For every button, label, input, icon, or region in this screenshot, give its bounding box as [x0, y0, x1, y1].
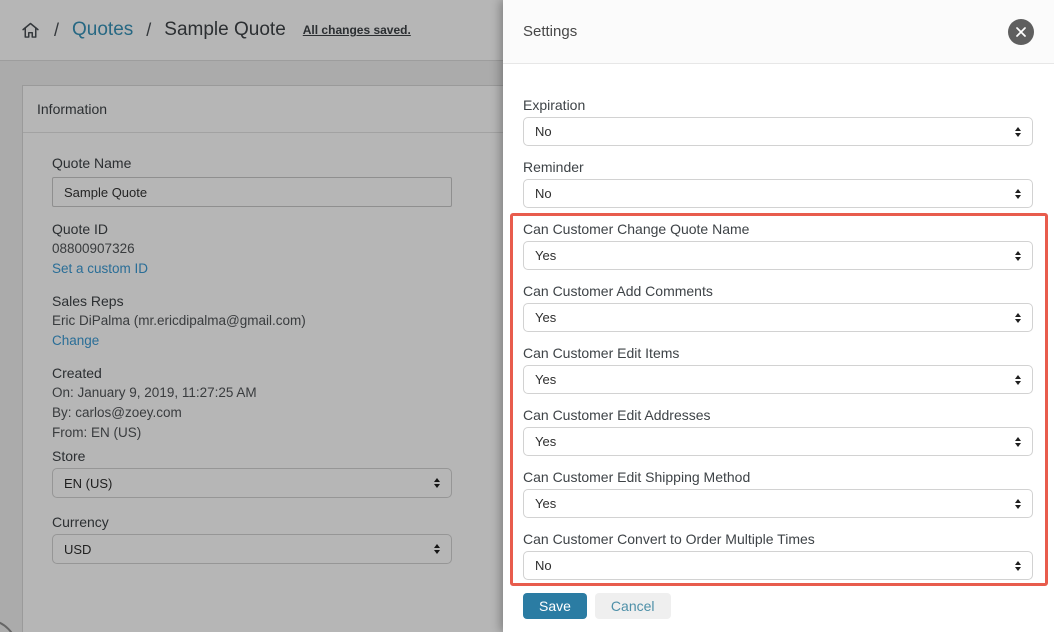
reminder-field: Reminder No: [523, 159, 1033, 208]
convert-multiple-times-field: Can Customer Convert to Order Multiple T…: [523, 531, 1033, 580]
select-caret-icon: [1015, 127, 1021, 137]
save-button[interactable]: Save: [523, 593, 587, 619]
select-caret-icon: [1015, 499, 1021, 509]
select-caret-icon: [1015, 561, 1021, 571]
select-value: No: [535, 124, 552, 139]
close-button[interactable]: [1008, 18, 1034, 45]
add-comments-field: Can Customer Add Comments Yes: [523, 283, 1033, 332]
select-value: Yes: [535, 310, 557, 325]
add-comments-label: Can Customer Add Comments: [523, 283, 713, 299]
expiration-field: Expiration No: [523, 97, 1033, 146]
settings-actions: Save Cancel: [523, 593, 1033, 619]
settings-title: Settings: [523, 23, 578, 40]
select-value: Yes: [535, 496, 557, 511]
reminder-select[interactable]: No: [523, 179, 1033, 208]
select-value: No: [535, 558, 552, 573]
select-value: No: [535, 186, 552, 201]
change-quote-name-select[interactable]: Yes: [523, 241, 1033, 270]
change-quote-name-label: Can Customer Change Quote Name: [523, 221, 750, 237]
settings-header: Settings: [503, 0, 1054, 64]
convert-multiple-times-select[interactable]: No: [523, 551, 1033, 580]
cancel-button[interactable]: Cancel: [594, 593, 671, 619]
select-value: Yes: [535, 372, 557, 387]
select-value: Yes: [535, 434, 557, 449]
select-caret-icon: [1015, 437, 1021, 447]
reminder-label: Reminder: [523, 159, 584, 175]
edit-shipping-method-select[interactable]: Yes: [523, 489, 1033, 518]
edit-items-select[interactable]: Yes: [523, 365, 1033, 394]
select-value: Yes: [535, 248, 557, 263]
settings-drawer: Settings Expiration No Reminder No Can C…: [503, 0, 1054, 632]
add-comments-select[interactable]: Yes: [523, 303, 1033, 332]
edit-addresses-label: Can Customer Edit Addresses: [523, 407, 711, 423]
edit-items-field: Can Customer Edit Items Yes: [523, 345, 1033, 394]
convert-multiple-times-label: Can Customer Convert to Order Multiple T…: [523, 531, 815, 547]
edit-shipping-method-field: Can Customer Edit Shipping Method Yes: [523, 469, 1033, 518]
edit-addresses-field: Can Customer Edit Addresses Yes: [523, 407, 1033, 456]
select-caret-icon: [1015, 251, 1021, 261]
expiration-label: Expiration: [523, 97, 586, 113]
select-caret-icon: [1015, 375, 1021, 385]
select-caret-icon: [1015, 189, 1021, 199]
change-quote-name-field: Can Customer Change Quote Name Yes: [523, 221, 1033, 270]
settings-body: Expiration No Reminder No Can Customer C…: [503, 64, 1054, 619]
edit-items-label: Can Customer Edit Items: [523, 345, 680, 361]
select-caret-icon: [1015, 313, 1021, 323]
screen: / Quotes / Sample Quote All changes save…: [0, 0, 1054, 632]
edit-shipping-method-label: Can Customer Edit Shipping Method: [523, 469, 751, 485]
expiration-select[interactable]: No: [523, 117, 1033, 146]
edit-addresses-select[interactable]: Yes: [523, 427, 1033, 456]
x-icon: [1015, 26, 1027, 38]
